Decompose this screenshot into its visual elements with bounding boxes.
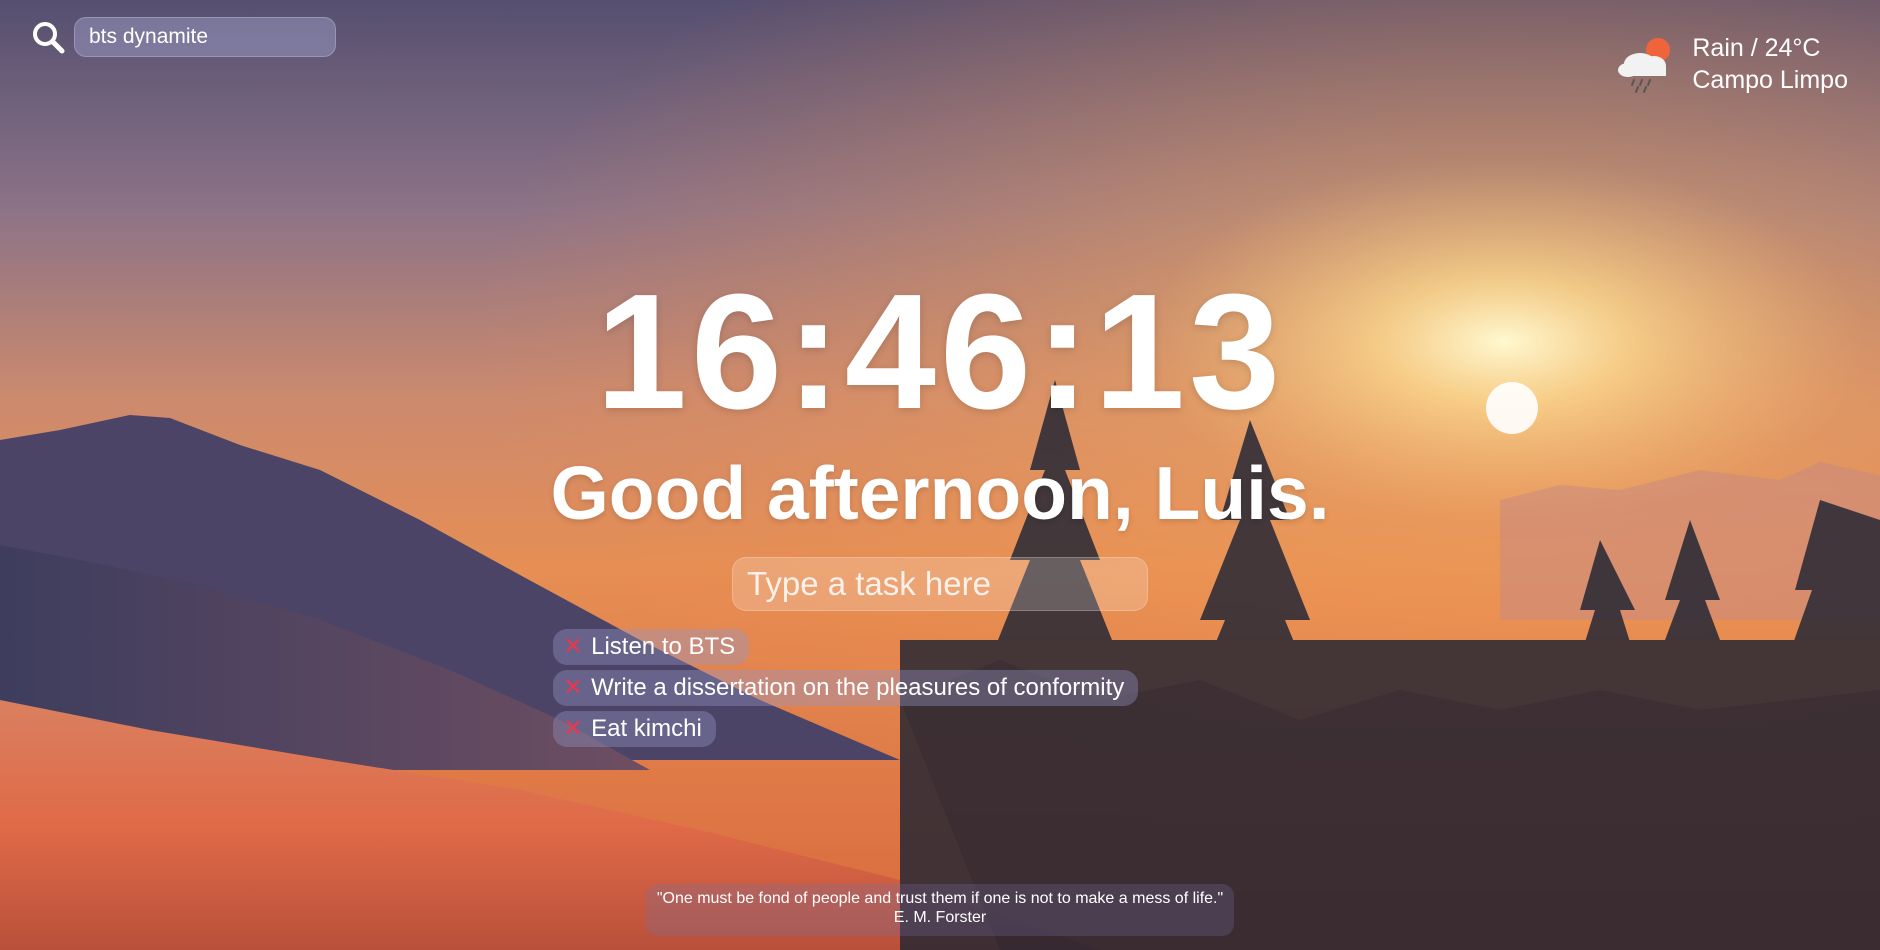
clock: 16:46:13 xyxy=(595,260,1285,443)
task-input[interactable] xyxy=(732,557,1148,611)
task-list: ✕ Listen to BTS ✕ Write a dissertation o… xyxy=(553,629,1139,752)
task-label: Listen to BTS xyxy=(591,633,736,660)
cloud-rain-sun-icon xyxy=(1618,38,1671,93)
search-input[interactable] xyxy=(74,17,336,57)
delete-task-icon[interactable]: ✕ xyxy=(563,635,583,659)
task-item: ✕ Listen to BTS xyxy=(553,629,750,665)
weather-condition: Rain / 24°C xyxy=(1692,34,1821,62)
task-item: ✕ Write a dissertation on the pleasures … xyxy=(553,670,1139,706)
task-label: Eat kimchi xyxy=(591,715,702,742)
quote-box: "One must be fond of people and trust th… xyxy=(646,884,1234,936)
weather-location: Campo Limpo xyxy=(1692,66,1848,94)
task-label: Write a dissertation on the pleasures of… xyxy=(591,674,1125,701)
task-item: ✕ Eat kimchi xyxy=(553,711,716,747)
quote-text: "One must be fond of people and trust th… xyxy=(656,890,1224,907)
delete-task-icon[interactable]: ✕ xyxy=(563,717,583,741)
quote-author: E. M. Forster xyxy=(893,909,987,926)
delete-task-icon[interactable]: ✕ xyxy=(563,676,583,700)
greeting: Good afternoon, Luis. xyxy=(550,451,1330,535)
search-bar xyxy=(29,16,336,58)
search-icon[interactable] xyxy=(29,18,67,56)
weather-text: Rain / 24°C Campo Limpo xyxy=(1692,32,1848,96)
weather-widget: Rain / 24°C Campo Limpo xyxy=(1614,32,1848,96)
